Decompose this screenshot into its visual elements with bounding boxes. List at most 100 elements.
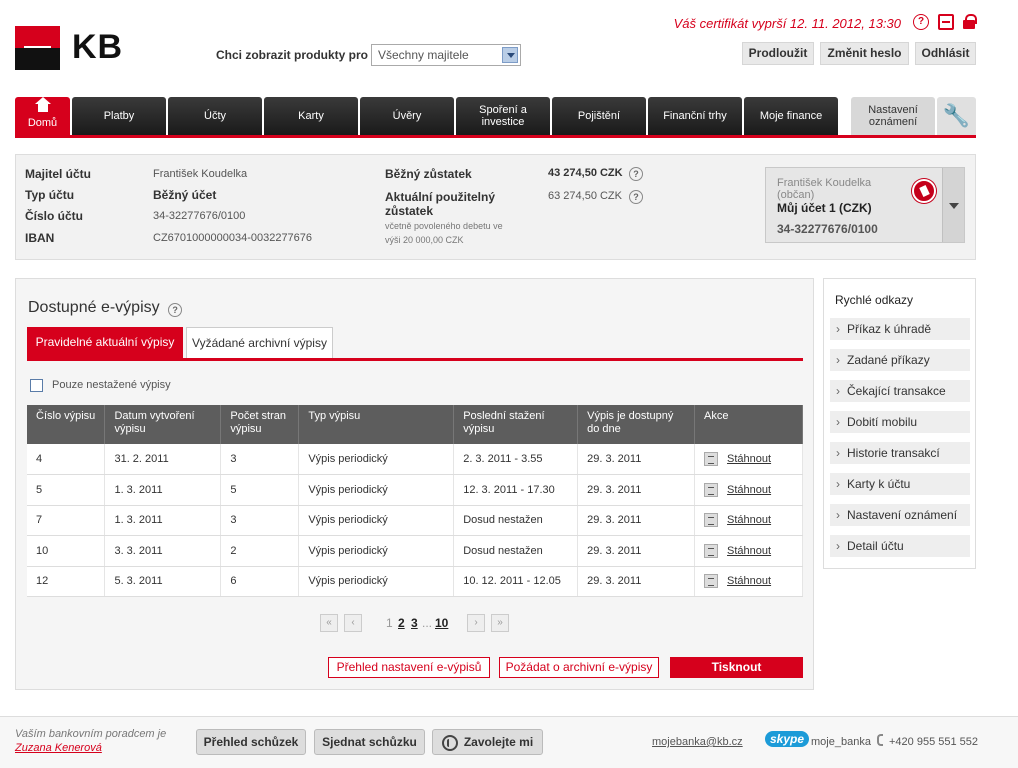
iban-label: IBAN <box>25 231 55 245</box>
logo-text: KB <box>72 28 124 66</box>
chevron-down-icon[interactable] <box>942 168 964 242</box>
first-page-icon[interactable]: « <box>320 614 338 632</box>
download-link[interactable]: Stáhnout <box>727 545 771 557</box>
call-me-button[interactable]: Zavolejte mi <box>432 729 543 755</box>
product-filter-select[interactable]: Všechny majitele <box>371 44 521 66</box>
balance-help-icon[interactable]: ? <box>629 167 643 181</box>
next-page-icon[interactable]: › <box>467 614 485 632</box>
quick-link-transaction-history[interactable]: Historie transakcí <box>830 442 970 464</box>
document-icon[interactable] <box>704 482 719 497</box>
cell-available-until: 29. 3. 2011 <box>577 505 696 536</box>
tab-archive-statements[interactable]: Vyžádané archivní výpisy <box>186 327 333 358</box>
col-header-number[interactable]: Číslo výpisu <box>27 405 106 444</box>
certificate-expiry-notice: Váš certifikát vyprší 12. 11. 2012, 13:3… <box>673 16 901 31</box>
table-row: 4 31. 2. 2011 3 Výpis periodický 2. 3. 2… <box>27 444 803 475</box>
schedule-meeting-button[interactable]: Sjednat schůzku <box>314 729 425 755</box>
cell-available-until: 29. 3. 2011 <box>577 535 696 567</box>
home-icon <box>34 97 51 115</box>
available-note: včetně povoleného debetu ve výši 20 000,… <box>385 221 503 245</box>
statements-panel: Dostupné e-výpisy ? Pravidelné aktuální … <box>15 278 814 690</box>
cell-last-download: 2. 3. 2011 - 3.55 <box>453 444 579 475</box>
wrench-icon[interactable]: 🔧 <box>937 97 976 135</box>
col-header-action: Akce <box>694 405 803 444</box>
number-label: Číslo účtu <box>25 209 84 223</box>
cell-action: Stáhnout <box>694 444 803 475</box>
card-account-number: 34-32277676/0100 <box>777 222 878 236</box>
nav-item-home[interactable]: Domů <box>15 97 70 135</box>
page-10[interactable]: 10 <box>435 616 448 630</box>
quick-link-mobile-topup[interactable]: Dobití mobilu <box>830 411 970 433</box>
help-icon[interactable]: ? <box>913 14 929 30</box>
cell-pages: 5 <box>220 474 300 506</box>
available-value: 63 274,50 CZK <box>548 190 622 202</box>
statements-help-icon[interactable]: ? <box>168 303 183 317</box>
document-icon[interactable] <box>704 574 719 589</box>
quick-link-payment-order[interactable]: Příkaz k úhradě <box>830 318 970 340</box>
download-link[interactable]: Stáhnout <box>727 453 771 465</box>
phone-icon <box>441 734 458 751</box>
nav-home-label: Domů <box>27 117 58 129</box>
table-row: 7 1. 3. 2011 3 Výpis periodický Dosud ne… <box>27 505 803 536</box>
nav-item-savings[interactable]: Spoření a investice <box>456 97 550 135</box>
chevron-down-icon <box>502 47 518 63</box>
cell-last-download: 10. 12. 2011 - 12.05 <box>453 566 579 597</box>
settings-overview-button[interactable]: Přehled nastavení e-výpisů <box>328 657 490 678</box>
col-header-created[interactable]: Datum vytvoření výpisu <box>104 405 222 444</box>
account-switcher[interactable]: František Koudelka (občan) Můj účet 1 (C… <box>765 167 965 243</box>
change-password-button[interactable]: Změnit heslo <box>820 42 909 65</box>
meetings-overview-button[interactable]: Přehled schůzek <box>196 729 306 755</box>
document-icon[interactable] <box>704 452 719 466</box>
email-link[interactable]: mojebanka@kb.cz <box>652 736 743 748</box>
quick-link-entered-orders[interactable]: Zadané příkazy <box>830 349 970 371</box>
available-help-icon[interactable]: ? <box>629 190 643 204</box>
download-link[interactable]: Stáhnout <box>727 514 771 526</box>
col-header-available-until[interactable]: Výpis je dostupný do dne <box>577 405 696 444</box>
type-value: Běžný účet <box>153 188 217 202</box>
document-icon[interactable] <box>704 543 719 558</box>
extend-button[interactable]: Prodloužit <box>742 42 814 65</box>
cell-created: 1. 3. 2011 <box>104 505 222 536</box>
page-2[interactable]: 2 <box>398 616 405 630</box>
page-3[interactable]: 3 <box>411 616 418 630</box>
only-undownloaded-checkbox[interactable] <box>30 379 43 392</box>
quick-link-account-cards[interactable]: Karty k účtu <box>830 473 970 495</box>
logout-button[interactable]: Odhlásit <box>915 42 976 65</box>
last-page-icon[interactable]: » <box>491 614 509 632</box>
table-row: 12 5. 3. 2011 6 Výpis periodický 10. 12.… <box>27 566 803 597</box>
col-header-type[interactable]: Typ výpisu <box>298 405 455 444</box>
nav-item-payments[interactable]: Platby <box>72 97 166 135</box>
quick-link-account-detail[interactable]: Detail účtu <box>830 535 970 557</box>
skype-icon[interactable]: skype <box>765 731 810 747</box>
account-summary: Majitel účtu Typ účtu Číslo účtu IBAN Fr… <box>15 154 976 260</box>
col-header-pages[interactable]: Počet stran výpisu <box>220 405 300 444</box>
cell-last-download: Dosud nestažen <box>453 535 579 567</box>
prev-page-icon[interactable]: ‹ <box>344 614 362 632</box>
download-link[interactable]: Stáhnout <box>727 484 771 496</box>
quick-link-pending-transactions[interactable]: Čekající transakce <box>830 380 970 402</box>
quick-link-notification-settings[interactable]: Nastavení oznámení <box>830 504 970 526</box>
download-link[interactable]: Stáhnout <box>727 575 771 587</box>
print-button[interactable]: Tisknout <box>670 657 803 678</box>
cell-created: 5. 3. 2011 <box>104 566 222 597</box>
nav-item-notification-settings[interactable]: Nastavení oznámení <box>851 97 935 135</box>
request-archive-button[interactable]: Požádat o archivní e-výpisy <box>499 657 659 678</box>
nav-item-cards[interactable]: Karty <box>264 97 358 135</box>
nav-item-accounts[interactable]: Účty <box>168 97 262 135</box>
nav-item-my-finance[interactable]: Moje finance <box>744 97 838 135</box>
cell-created: 1. 3. 2011 <box>104 474 222 506</box>
advisor-name-link[interactable]: Zuzana Kenerová <box>15 741 166 755</box>
col-header-last-download[interactable]: Poslední stažení výpisu <box>453 405 579 444</box>
nav-item-insurance[interactable]: Pojištění <box>552 97 646 135</box>
cell-action: Stáhnout <box>694 505 803 536</box>
card-owner: František Koudelka (občan) <box>777 177 872 201</box>
print-icon[interactable] <box>938 14 954 30</box>
nav-item-loans[interactable]: Úvěry <box>360 97 454 135</box>
skype-name: moje_banka <box>811 736 871 748</box>
tab-current-statements[interactable]: Pravidelné aktuální výpisy <box>27 327 183 358</box>
cell-pages: 3 <box>220 505 300 536</box>
cell-created: 31. 2. 2011 <box>104 444 222 475</box>
lock-icon[interactable] <box>962 14 978 30</box>
document-icon[interactable] <box>704 513 719 528</box>
nav-item-markets[interactable]: Finanční trhy <box>648 97 742 135</box>
kb-logo-icon <box>15 26 60 70</box>
